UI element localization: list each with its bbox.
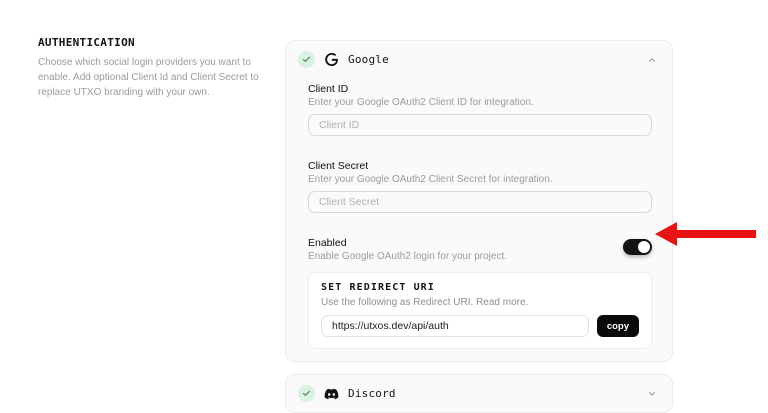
redirect-uri-card: SET REDIRECT URI Use the following as Re… bbox=[308, 272, 652, 349]
read-more-link[interactable]: Read more. bbox=[476, 297, 528, 308]
authentication-section-info: AUTHENTICATION Choose which social login… bbox=[38, 36, 274, 100]
client-secret-input[interactable] bbox=[308, 191, 652, 213]
client-id-description: Enter your Google OAuth2 Client ID for i… bbox=[308, 97, 534, 108]
client-id-input[interactable] bbox=[308, 114, 652, 136]
redirect-uri-input[interactable] bbox=[321, 315, 589, 337]
chevron-down-icon[interactable] bbox=[646, 388, 657, 399]
google-provider-card: Google Client ID Enter your Google OAuth… bbox=[285, 40, 673, 362]
google-card-header[interactable]: Google bbox=[286, 41, 672, 78]
client-id-field-group: Client ID Enter your Google OAuth2 Clien… bbox=[308, 83, 652, 136]
authentication-settings-page: AUTHENTICATION Choose which social login… bbox=[0, 0, 768, 413]
check-icon bbox=[298, 385, 315, 402]
section-title: AUTHENTICATION bbox=[38, 36, 135, 49]
discord-card-header[interactable]: Discord bbox=[286, 375, 672, 412]
providers-list: Google Client ID Enter your Google OAuth… bbox=[285, 40, 673, 413]
redirect-uri-row: copy bbox=[321, 315, 639, 337]
copy-button[interactable]: copy bbox=[596, 315, 639, 337]
client-secret-label: Client Secret bbox=[308, 160, 369, 172]
redirect-uri-description: Use the following as Redirect URI. Read … bbox=[321, 297, 529, 308]
discord-provider-card: Discord bbox=[285, 374, 673, 413]
google-provider-name: Google bbox=[348, 53, 389, 66]
google-card-body: Client ID Enter your Google OAuth2 Clien… bbox=[286, 78, 672, 361]
client-id-label: Client ID bbox=[308, 83, 349, 95]
google-g-icon bbox=[324, 52, 339, 67]
enabled-setting-row: Enabled Enable Google OAuth2 login for y… bbox=[308, 237, 652, 262]
client-secret-field-group: Client Secret Enter your Google OAuth2 C… bbox=[308, 160, 652, 213]
section-description: Choose which social login providers you … bbox=[38, 57, 259, 98]
check-icon bbox=[298, 51, 315, 68]
chevron-up-icon[interactable] bbox=[646, 54, 657, 65]
client-secret-description: Enter your Google OAuth2 Client Secret f… bbox=[308, 174, 553, 185]
toggle-knob bbox=[638, 241, 650, 253]
enabled-texts: Enabled Enable Google OAuth2 login for y… bbox=[308, 237, 507, 262]
red-arrow-annotation bbox=[655, 222, 756, 246]
redirect-uri-title: SET REDIRECT URI bbox=[321, 282, 435, 293]
enabled-label: Enabled bbox=[308, 237, 347, 249]
discord-provider-name: Discord bbox=[348, 387, 396, 400]
enabled-toggle[interactable] bbox=[623, 239, 652, 255]
enabled-description: Enable Google OAuth2 login for your proj… bbox=[308, 251, 508, 262]
discord-icon bbox=[324, 386, 339, 401]
